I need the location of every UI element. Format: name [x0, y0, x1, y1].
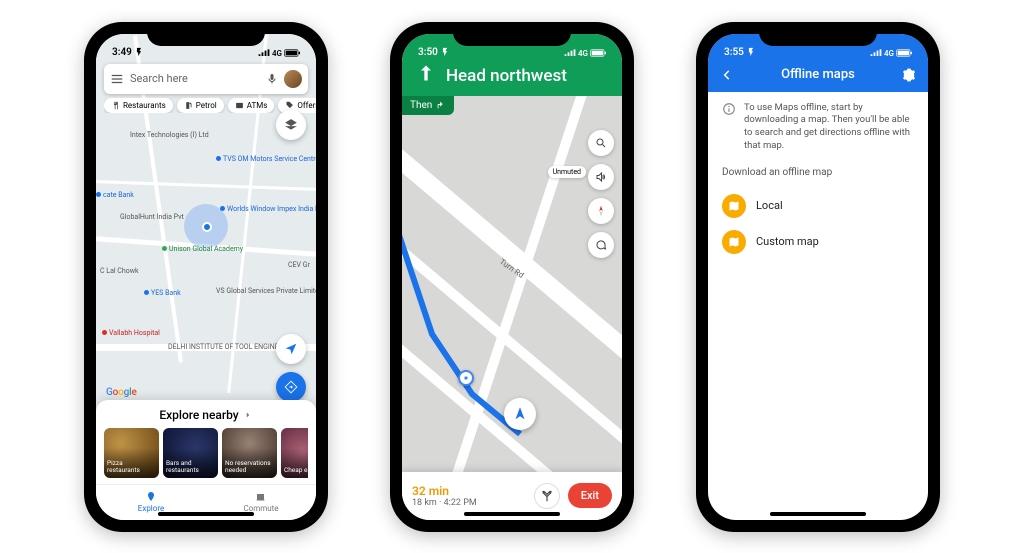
search-input[interactable]: Search here: [130, 72, 260, 85]
poi-yes[interactable]: YES Bank: [144, 290, 181, 298]
destination-pin[interactable]: [458, 370, 474, 386]
home-indicator[interactable]: [158, 512, 254, 516]
explore-title-row[interactable]: Explore nearby: [104, 408, 308, 422]
map-badge-icon: [722, 230, 746, 254]
nav-route-options-button[interactable]: [534, 483, 560, 509]
nav-current-position: [504, 398, 536, 430]
status-time: 3:55: [724, 47, 744, 58]
nav-report-button[interactable]: [588, 232, 614, 258]
location-arrow-icon: [284, 342, 298, 356]
next-step-chip[interactable]: Then: [402, 96, 454, 115]
explore-bottom-sheet[interactable]: Explore nearby Pizza restaurants Bars an…: [96, 400, 316, 520]
phone-2: Turn Rd Head northwest Then 3:50 4G Unmu…: [390, 22, 634, 532]
card-no-reservations[interactable]: No reservations needed: [222, 428, 277, 478]
google-logo: Google: [106, 387, 137, 398]
speech-bubble-icon: [595, 239, 607, 251]
turn-left-icon: [436, 100, 446, 110]
volume-icon: [595, 171, 607, 183]
offline-option-local[interactable]: Local: [722, 188, 914, 224]
compass-icon: [594, 204, 608, 218]
offline-info-row: To use Maps offline, start by downloadin…: [722, 102, 914, 153]
info-icon: [722, 102, 736, 116]
poi-cev[interactable]: CEV Gr: [288, 262, 310, 270]
search-bar[interactable]: Search here: [104, 64, 308, 94]
notch: [147, 22, 265, 46]
chip-petrol[interactable]: Petrol: [177, 98, 224, 113]
card-pizza[interactable]: Pizza restaurants: [104, 428, 159, 478]
fork-icon: [540, 489, 554, 503]
search-icon: [595, 137, 607, 149]
chevron-right-icon: [243, 410, 253, 420]
status-time: 3:49: [112, 47, 132, 58]
hamburger-icon[interactable]: [110, 72, 124, 86]
nav-trip-info: 32 min 18 km · 4:22 PM: [412, 484, 477, 508]
atm-icon: [235, 101, 244, 110]
home-indicator[interactable]: [770, 512, 866, 516]
card-cheap[interactable]: Cheap ea: [281, 428, 308, 478]
fuel-icon: [184, 101, 193, 110]
chip-offers[interactable]: Offers: [278, 98, 316, 113]
poi-unison[interactable]: Unison Global Academy: [162, 246, 243, 254]
offline-option-custom[interactable]: Custom map: [722, 224, 914, 260]
screen-3: Offline maps 3:55 4G To use Maps offline…: [708, 34, 928, 520]
poi-vallabh[interactable]: Vallabh Hospital: [102, 330, 160, 338]
screen-2: Turn Rd Head northwest Then 3:50 4G Unmu…: [402, 34, 622, 520]
poi-lal[interactable]: C Lal Chowk: [100, 268, 139, 276]
status-network: 4G: [578, 49, 588, 58]
chip-restaurants[interactable]: Restaurants: [104, 98, 173, 113]
nav-volume-button[interactable]: [588, 164, 614, 190]
offline-info-text: To use Maps offline, start by downloadin…: [744, 102, 914, 153]
directions-icon: [284, 380, 298, 394]
nav-compass-button[interactable]: [588, 198, 614, 224]
arrow-up-icon: [416, 60, 436, 86]
offline-content: To use Maps offline, start by downloadin…: [708, 92, 928, 520]
current-location-dot: [202, 222, 212, 232]
offline-section-title: Download an offline map: [722, 167, 914, 178]
map-badge-icon: [722, 194, 746, 218]
commute-icon: [255, 491, 267, 503]
pin-icon: [145, 491, 157, 503]
layers-button[interactable]: [276, 110, 306, 140]
nav-direction-text: Head northwest: [446, 66, 567, 86]
notch: [453, 22, 571, 46]
poi-tvs[interactable]: TVS OM Motors Service Centre: [216, 156, 316, 164]
unmuted-tooltip: Unmuted: [548, 166, 586, 178]
phone-1: Hanuman Mandir Intex Technologies (I) Lt…: [84, 22, 328, 532]
card-bars[interactable]: Bars and restaurants: [163, 428, 218, 478]
offline-title: Offline maps: [708, 67, 928, 82]
nav-distance-eta: 18 km · 4:22 PM: [412, 498, 477, 508]
screen-1: Hanuman Mandir Intex Technologies (I) Lt…: [96, 34, 316, 520]
poi-cate[interactable]: cate Bank: [96, 192, 134, 200]
phone-3: Offline maps 3:55 4G To use Maps offline…: [696, 22, 940, 532]
notch: [759, 22, 877, 46]
poi-vs[interactable]: VS Global Services Private Limited: [216, 288, 316, 296]
mic-icon[interactable]: [266, 72, 278, 86]
poi-worlds[interactable]: Worlds Window Impex India Pvt Ltd: [220, 206, 316, 214]
home-indicator[interactable]: [464, 512, 560, 516]
nav-exit-button[interactable]: Exit: [568, 483, 612, 508]
status-time: 3:50: [418, 47, 438, 58]
status-network: 4G: [272, 49, 282, 58]
profile-avatar[interactable]: [284, 70, 302, 88]
tag-icon: [285, 101, 294, 110]
nav-search-button[interactable]: [588, 130, 614, 156]
nav-duration: 32 min: [412, 484, 477, 498]
fork-knife-icon: [111, 101, 120, 110]
poi-intex[interactable]: Intex Technologies (I) Ltd: [130, 132, 209, 140]
my-location-button[interactable]: [276, 334, 306, 364]
layers-icon: [284, 118, 298, 132]
status-network: 4G: [884, 49, 894, 58]
directions-button[interactable]: [276, 372, 306, 402]
nav-arrow-icon: [511, 405, 529, 423]
explore-cards[interactable]: Pizza restaurants Bars and restaurants N…: [104, 428, 308, 478]
poi-globalhunt[interactable]: GlobalHunt India Pvt: [120, 214, 184, 222]
chip-atms[interactable]: ATMs: [228, 98, 275, 113]
